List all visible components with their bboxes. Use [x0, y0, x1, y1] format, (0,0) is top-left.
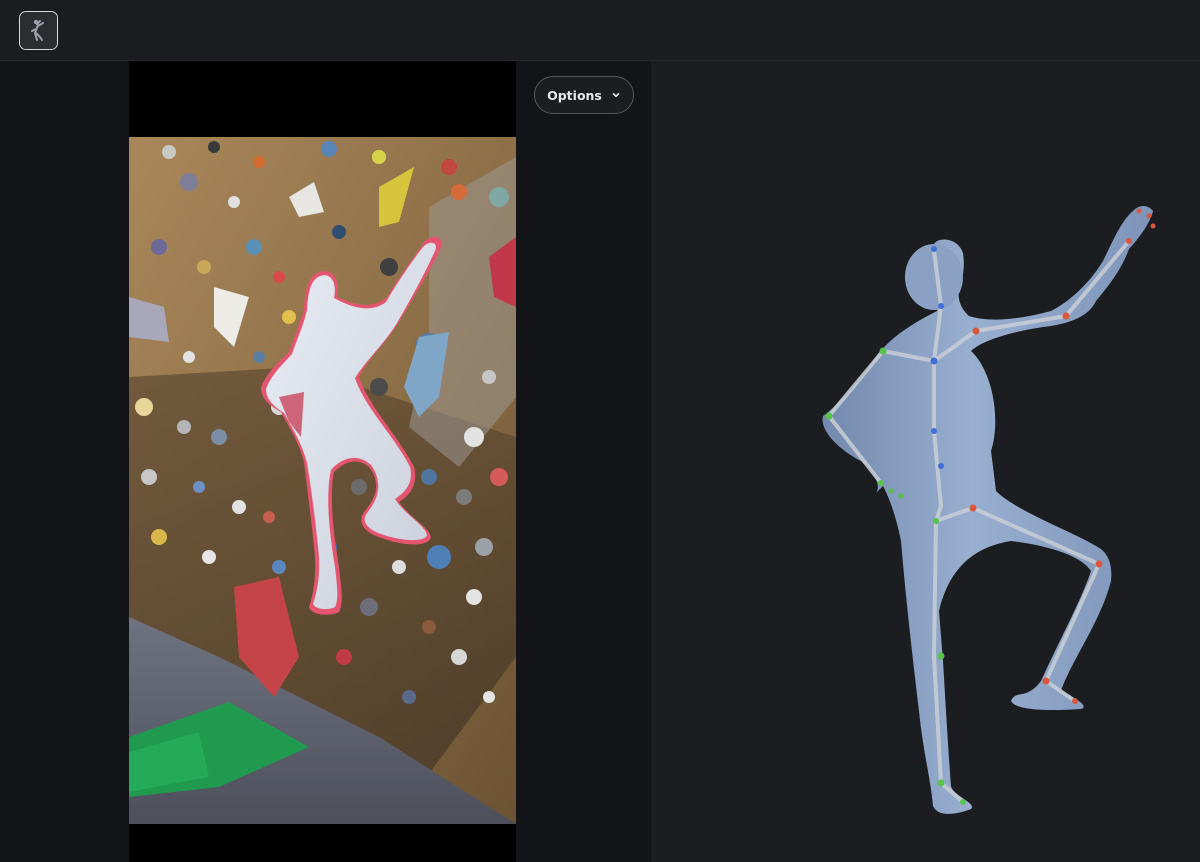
- controls-panel: Options: [516, 61, 651, 862]
- workspace: Options: [0, 61, 1200, 862]
- climbing-photo-with-mask: [129, 137, 516, 824]
- image-thumbnail[interactable]: [19, 11, 58, 50]
- options-label: Options: [547, 87, 602, 103]
- 3d-viewer[interactable]: [651, 61, 1200, 862]
- body-mesh-render: [822, 206, 1156, 814]
- left-gutter: [0, 61, 129, 862]
- top-bar: [0, 0, 1200, 61]
- options-button[interactable]: Options: [534, 76, 634, 114]
- chevron-down-icon: [612, 93, 620, 98]
- input-image-panel: [129, 61, 516, 862]
- climber-thumbnail-icon: [20, 12, 57, 49]
